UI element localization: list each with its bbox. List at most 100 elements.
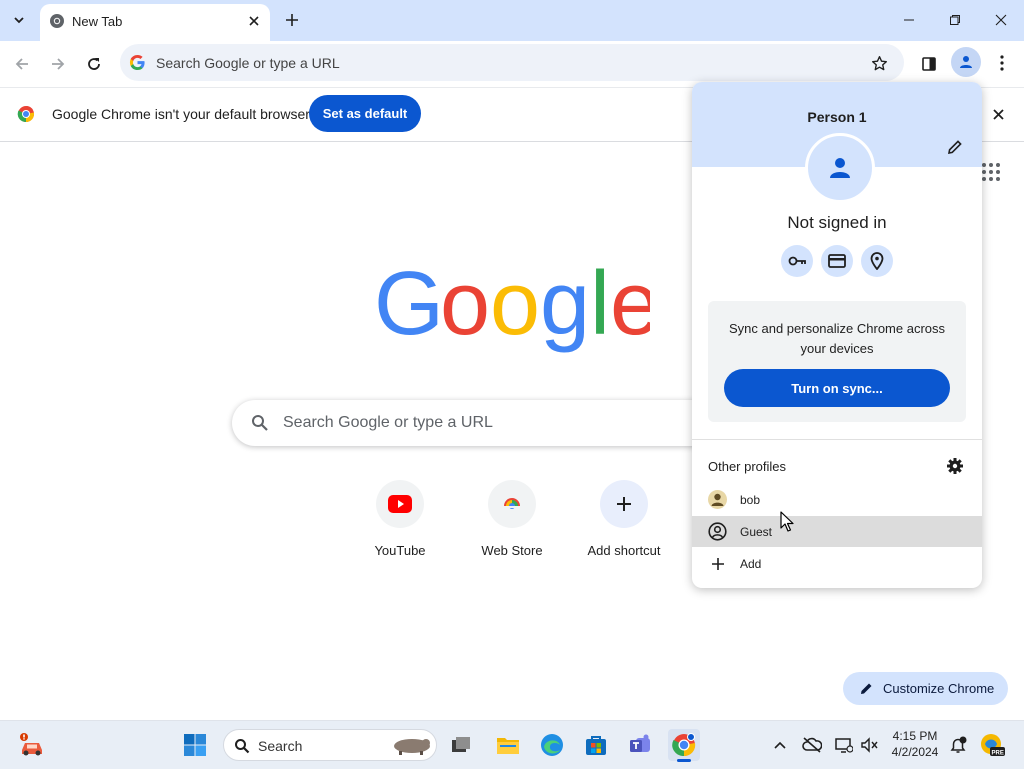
payment-methods-button[interactable] [821,245,853,277]
web-store-icon [504,498,520,509]
profile-menu-popup: Person 1 Not signed in Sync and personal… [692,82,982,588]
copilot-preview-button[interactable]: PRE [976,729,1008,761]
shortcut-add[interactable]: Add shortcut [576,478,672,568]
edit-pencil-icon[interactable] [946,138,964,156]
add-profile-item[interactable]: Add [692,548,982,579]
chrome-taskbar-button[interactable] [668,729,700,762]
sign-in-status: Not signed in [787,213,887,232]
other-profiles-heading: Other profiles [708,459,787,474]
person-icon [830,158,850,178]
profile-item-label: Add [740,557,762,571]
sync-promo-card: Sync and personalize Chrome across your … [708,301,966,422]
network-icon [835,738,853,753]
person-icon [960,56,972,68]
taskbar-search-box[interactable]: Search [223,729,437,761]
show-hidden-icons-button[interactable] [764,729,796,761]
svg-text:o: o [490,268,540,354]
customize-chrome-label: Customize Chrome [883,681,995,696]
omnibox-placeholder: Search Google or type a URL [156,55,340,71]
arrow-left-icon [15,58,28,70]
reload-icon [88,58,100,70]
svg-text:PRE: PRE [992,751,1004,757]
onedrive-button[interactable] [796,729,828,761]
shortcut-icon-tile [376,480,424,528]
divider [692,439,982,440]
close-icon [995,14,1007,26]
gear-icon[interactable] [946,457,964,475]
store-icon [586,736,606,755]
infobar-message: Google Chrome isn't your default browser [52,106,310,122]
profile-item-label: bob [740,493,761,507]
set-as-default-button[interactable]: Set as default [309,95,421,132]
shortcut-web-store[interactable]: Web Store [464,478,560,568]
start-button[interactable] [179,729,211,761]
windows-logo-icon [184,734,206,756]
widgets-button[interactable] [16,729,48,761]
chrome-menu-button[interactable] [988,49,1016,77]
taskbar-search-label: Search [258,738,303,754]
customize-chrome-button[interactable]: Customize Chrome [843,672,1008,705]
tab-title: New Tab [72,14,123,29]
youtube-icon [388,495,412,513]
profile-item-label: Guest [740,525,773,539]
restore-icon [950,15,960,25]
sync-promo-text: Sync and personalize Chrome across your … [728,321,946,356]
minimize-icon [904,19,914,21]
forward-button[interactable] [43,49,73,79]
omnibox[interactable]: Search Google or type a URL [120,44,904,81]
tab-close-button[interactable] [244,11,264,31]
shortcut-icon-tile [488,480,536,528]
bookmark-star-button[interactable] [866,50,892,76]
svg-text:e: e [610,268,650,354]
shortcut-youtube[interactable]: YouTube [352,478,448,568]
passwords-button[interactable] [781,245,813,277]
shortcut-icon-tile [600,480,648,528]
file-explorer-button[interactable] [492,729,524,761]
edge-button[interactable] [536,729,568,761]
star-icon [871,55,887,70]
clock-time: 4:15 PM [892,729,938,743]
profile-avatar [805,133,875,203]
side-panel-button[interactable] [914,49,944,79]
profile-name: Person 1 [807,109,867,125]
svg-text:g: g [540,268,590,354]
ntp-search-placeholder: Search Google or type a URL [283,414,493,431]
microsoft-store-button[interactable] [580,729,612,761]
task-view-icon [452,737,470,752]
notification-bell-icon [950,736,967,753]
arrow-right-icon [52,58,65,70]
infobar-close-button[interactable] [987,103,1009,125]
profile-button[interactable] [951,47,981,77]
restore-button[interactable] [932,0,978,40]
profile-item-bob[interactable]: bob [692,484,982,515]
back-button[interactable] [7,49,37,79]
profile-item-guest[interactable]: Guest [692,516,982,547]
windows-taskbar: Search 4:15 PM 4/2/2024 PRE [0,720,1024,769]
cloud-offline-icon [802,737,822,753]
pencil-icon [861,683,872,694]
notifications-button[interactable] [942,729,974,761]
turn-on-sync-button[interactable]: Turn on sync... [724,369,950,407]
reload-button[interactable] [79,49,109,79]
svg-text:l: l [590,268,610,354]
addresses-button[interactable] [861,245,893,277]
plus-icon [617,497,631,511]
close-window-button[interactable] [978,0,1024,40]
search-icon [252,415,268,431]
shortcut-label: Web Store [481,543,543,558]
tab-strip: New Tab [0,0,1024,41]
taskbar-clock[interactable]: 4:15 PM 4/2/2024 [880,728,950,760]
shortcut-label: YouTube [374,543,426,558]
tab-search-dropdown-button[interactable] [6,7,32,33]
person-avatar-icon [708,490,727,509]
task-view-button[interactable] [445,729,477,761]
teams-icon [630,734,650,752]
edge-icon [541,734,563,756]
svg-text:G: G [374,268,444,354]
google-apps-icon[interactable] [980,161,1002,183]
minimize-button[interactable] [886,0,932,40]
tab-new-tab[interactable]: New Tab [40,4,270,41]
teams-button[interactable] [624,729,656,761]
new-tab-button[interactable] [280,7,304,33]
location-pin-icon [870,252,884,270]
